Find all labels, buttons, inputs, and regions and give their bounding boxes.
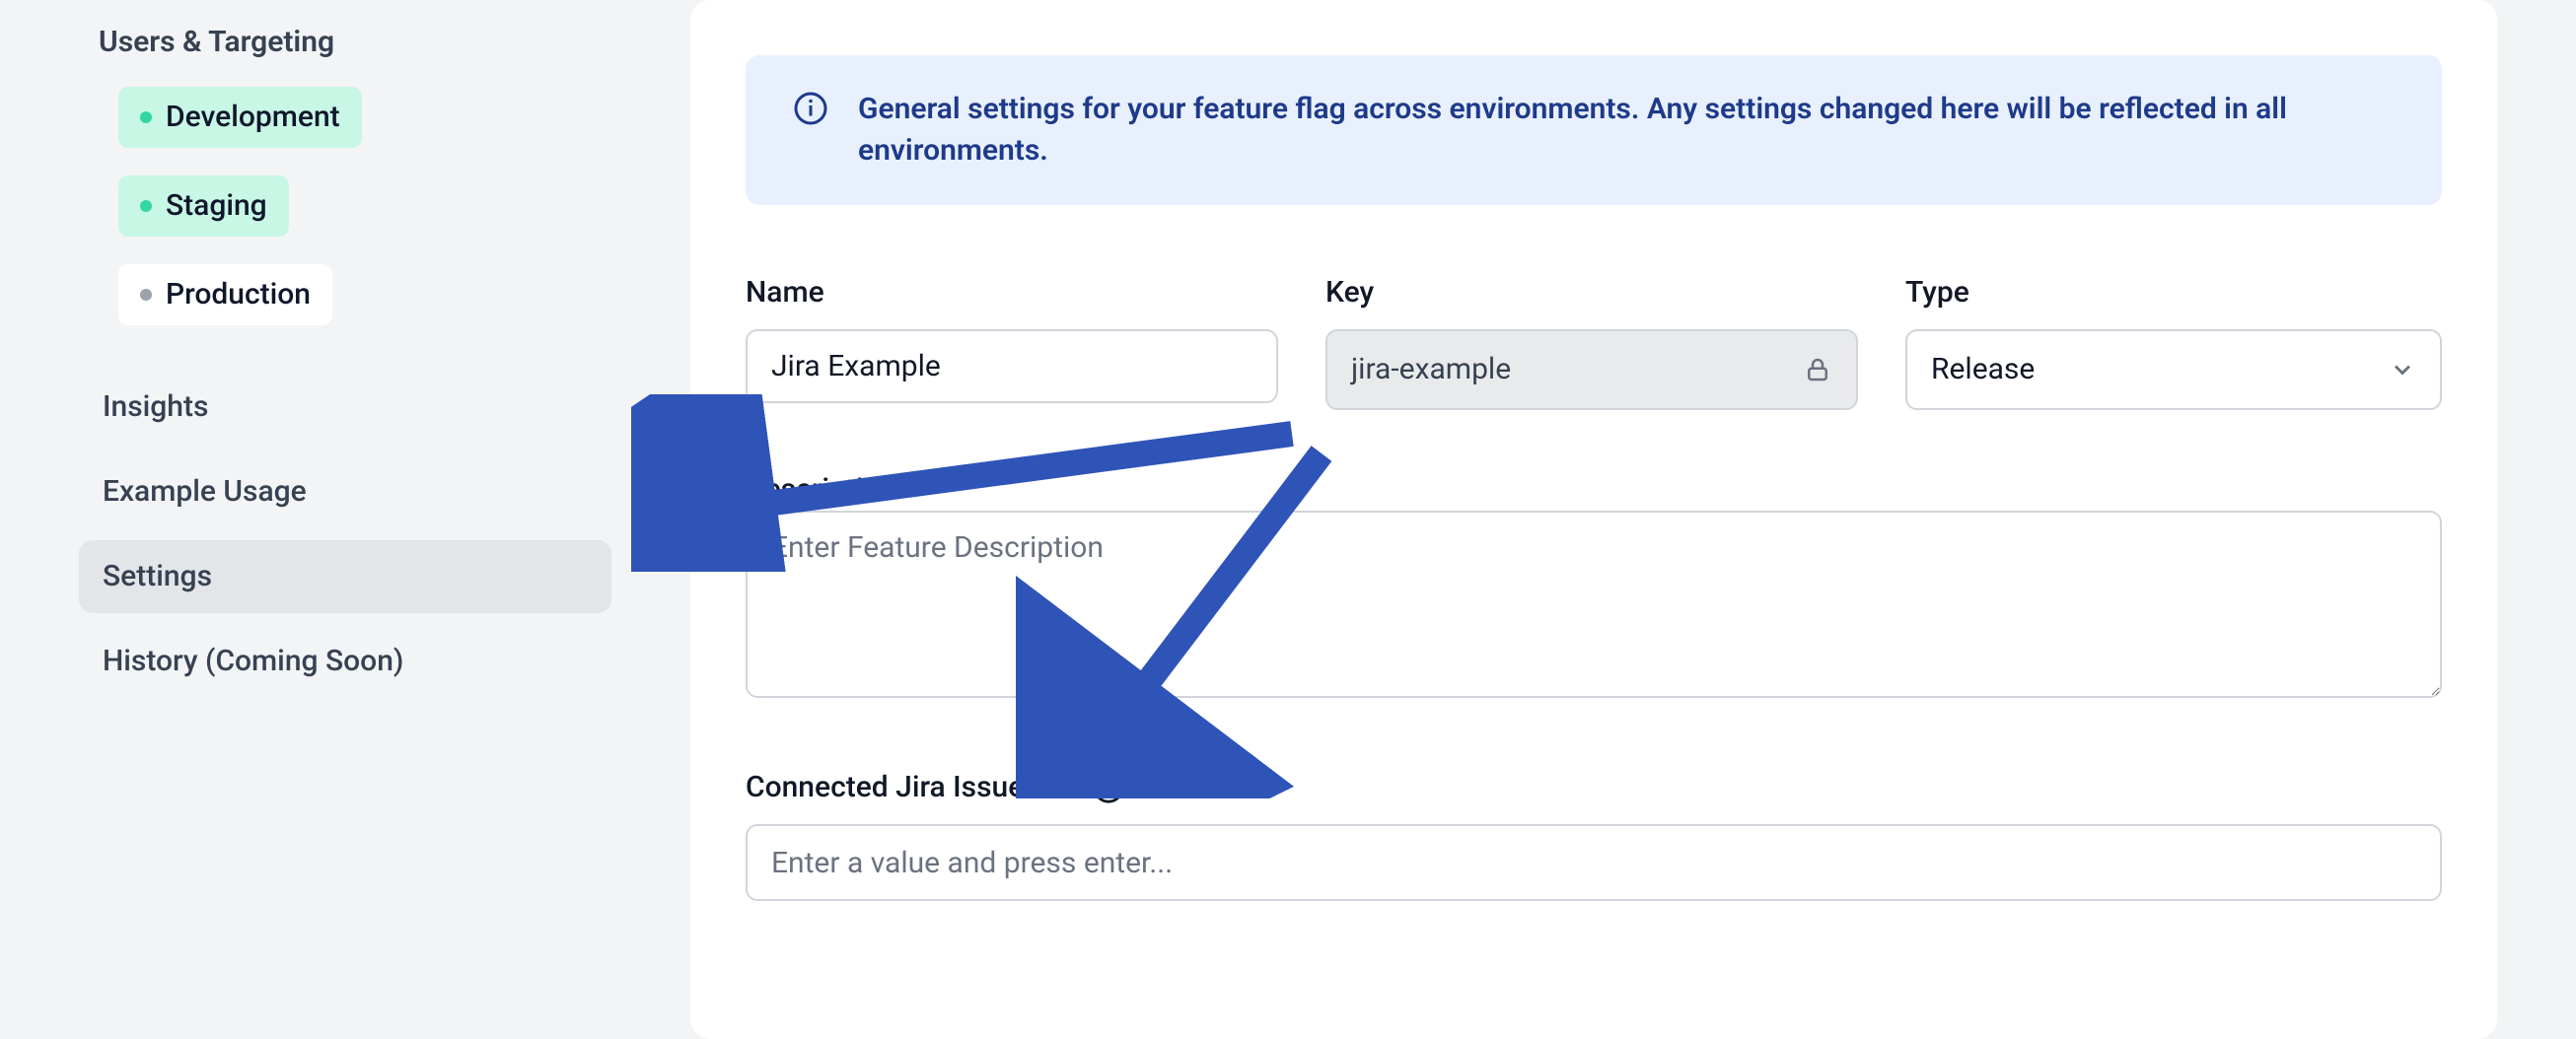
key-value: jira-example — [1351, 349, 1511, 390]
environment-list: Development Staging Production — [79, 87, 611, 353]
sidebar: Users & Targeting Development Staging Pr… — [0, 0, 690, 992]
chevron-down-icon — [2389, 356, 2416, 383]
env-label: Development — [166, 97, 340, 138]
nav-settings[interactable]: Settings — [79, 540, 611, 613]
key-label: Key — [1325, 272, 1858, 313]
type-label: Type — [1905, 272, 2442, 313]
info-banner: General settings for your feature flag a… — [746, 55, 2442, 205]
lock-icon — [1803, 355, 1832, 384]
status-dot-icon — [140, 289, 152, 301]
settings-card: General settings for your feature flag a… — [690, 0, 2497, 1039]
nav-history[interactable]: History (Coming Soon) — [79, 625, 611, 698]
name-label: Name — [746, 272, 1278, 313]
status-dot-icon — [140, 200, 152, 212]
env-pill-production[interactable]: Production — [118, 264, 332, 325]
info-icon — [793, 91, 828, 126]
env-label: Staging — [166, 185, 267, 227]
nav-example-usage[interactable]: Example Usage — [79, 455, 611, 528]
main-panel: General settings for your feature flag a… — [690, 0, 2576, 992]
type-select[interactable]: Release — [1905, 329, 2442, 410]
name-input[interactable] — [746, 329, 1278, 403]
description-textarea[interactable] — [746, 511, 2442, 698]
nav-insights[interactable]: Insights — [79, 371, 611, 444]
status-dot-icon — [140, 111, 152, 123]
jira-label: Connected Jira Issue IDs — [746, 767, 1074, 808]
env-label: Production — [166, 274, 311, 315]
info-banner-text: General settings for your feature flag a… — [858, 89, 2395, 172]
sidebar-heading: Users & Targeting — [79, 10, 611, 87]
key-readonly: jira-example — [1325, 329, 1858, 410]
jira-issue-input[interactable] — [746, 824, 2442, 901]
env-pill-development[interactable]: Development — [118, 87, 362, 148]
env-pill-staging[interactable]: Staging — [118, 175, 289, 237]
type-value: Release — [1931, 349, 2035, 390]
description-label: Description — [746, 472, 896, 507]
info-icon[interactable] — [1092, 771, 1125, 804]
